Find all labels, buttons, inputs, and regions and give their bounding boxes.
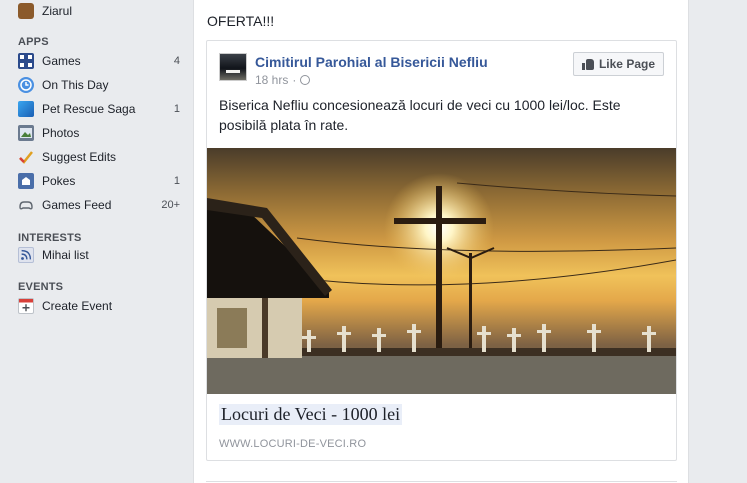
sidebar-item-pokes[interactable]: Pokes 1 bbox=[18, 171, 180, 191]
globe-icon[interactable] bbox=[300, 75, 311, 85]
events-section-header: EVENTS bbox=[18, 281, 64, 293]
like-page-button[interactable]: Like Page bbox=[572, 52, 664, 76]
thumbs-up-icon bbox=[581, 58, 594, 70]
sidebar-item-label: Create Event bbox=[42, 299, 113, 313]
page-name-link[interactable]: Cimitirul Parohial al Bisericii Nefliu bbox=[255, 54, 488, 70]
checkmark-icon bbox=[18, 149, 34, 165]
sidebar-item-mihai-list[interactable]: Mihai list bbox=[18, 245, 180, 265]
sidebar-item-label: Mihai list bbox=[42, 248, 89, 262]
sidebar-item-label: Ziarul bbox=[42, 4, 73, 18]
link-title[interactable]: Locuri de Veci - 1000 lei bbox=[219, 404, 403, 425]
sidebar-item-pet-rescue-saga[interactable]: Pet Rescue Saga 1 bbox=[18, 99, 180, 119]
poke-icon bbox=[18, 173, 34, 189]
sidebar-item-label: Pokes bbox=[42, 174, 76, 188]
sidebar-item-create-event[interactable]: Create Event bbox=[18, 296, 180, 316]
feed-post: OFERTA!!! Cimitirul Parohial al Biserici… bbox=[193, 0, 689, 483]
interests-section-header: INTERESTS bbox=[18, 232, 82, 244]
sidebar-item-label: Games Feed bbox=[42, 198, 112, 212]
photos-icon bbox=[18, 125, 34, 141]
sidebar-item-photos[interactable]: Photos bbox=[18, 123, 180, 143]
sidebar-item-label: Games bbox=[42, 54, 81, 68]
sidebar-item-games[interactable]: Games 4 bbox=[18, 51, 180, 71]
pet-rescue-icon bbox=[18, 101, 34, 117]
feed-icon bbox=[18, 247, 34, 263]
sidebar-item-count: 4 bbox=[173, 55, 180, 67]
sidebar-item-count: 20+ bbox=[161, 199, 180, 211]
games-icon bbox=[18, 53, 34, 69]
sidebar-item-label: Photos bbox=[42, 126, 80, 140]
sidebar-item-label: Pet Rescue Saga bbox=[42, 102, 136, 116]
calendar-plus-icon bbox=[18, 298, 34, 314]
left-sidebar: Ziarul APPS Games 4 On This Day Pet Resc… bbox=[0, 0, 190, 483]
sunset-cemetery-image bbox=[207, 173, 676, 394]
sidebar-item-count: 1 bbox=[173, 175, 180, 187]
sidebar-item-on-this-day[interactable]: On This Day bbox=[18, 75, 180, 95]
link-preview-image[interactable] bbox=[207, 148, 676, 394]
post-timestamp[interactable]: 18 hrs bbox=[255, 73, 288, 87]
post-status-text: OFERTA!!! bbox=[207, 13, 275, 29]
sidebar-item-games-feed[interactable]: Games Feed 20+ bbox=[18, 195, 180, 215]
post-meta: 18 hrs · bbox=[255, 73, 311, 87]
gamepad-icon bbox=[18, 197, 34, 213]
apps-section-header: APPS bbox=[18, 36, 49, 48]
page-avatar[interactable] bbox=[219, 53, 247, 81]
like-page-label: Like Page bbox=[598, 57, 655, 71]
sidebar-item-label: Suggest Edits bbox=[42, 150, 117, 164]
sidebar-item-suggest-edits[interactable]: Suggest Edits bbox=[18, 147, 180, 167]
briefcase-icon bbox=[18, 3, 34, 19]
sidebar-item-ziarul[interactable]: Ziarul bbox=[18, 1, 180, 21]
sidebar-item-count: 1 bbox=[173, 103, 180, 115]
clock-icon bbox=[18, 77, 34, 93]
post-body-text: Biserica Nefliu concesionează locuri de … bbox=[219, 97, 621, 133]
meta-separator: · bbox=[292, 73, 297, 87]
shared-post-card: Cimitirul Parohial al Bisericii Nefliu 1… bbox=[206, 40, 677, 461]
sidebar-item-label: On This Day bbox=[42, 78, 109, 92]
link-domain: WWW.LOCURI-DE-VECI.RO bbox=[219, 438, 367, 450]
